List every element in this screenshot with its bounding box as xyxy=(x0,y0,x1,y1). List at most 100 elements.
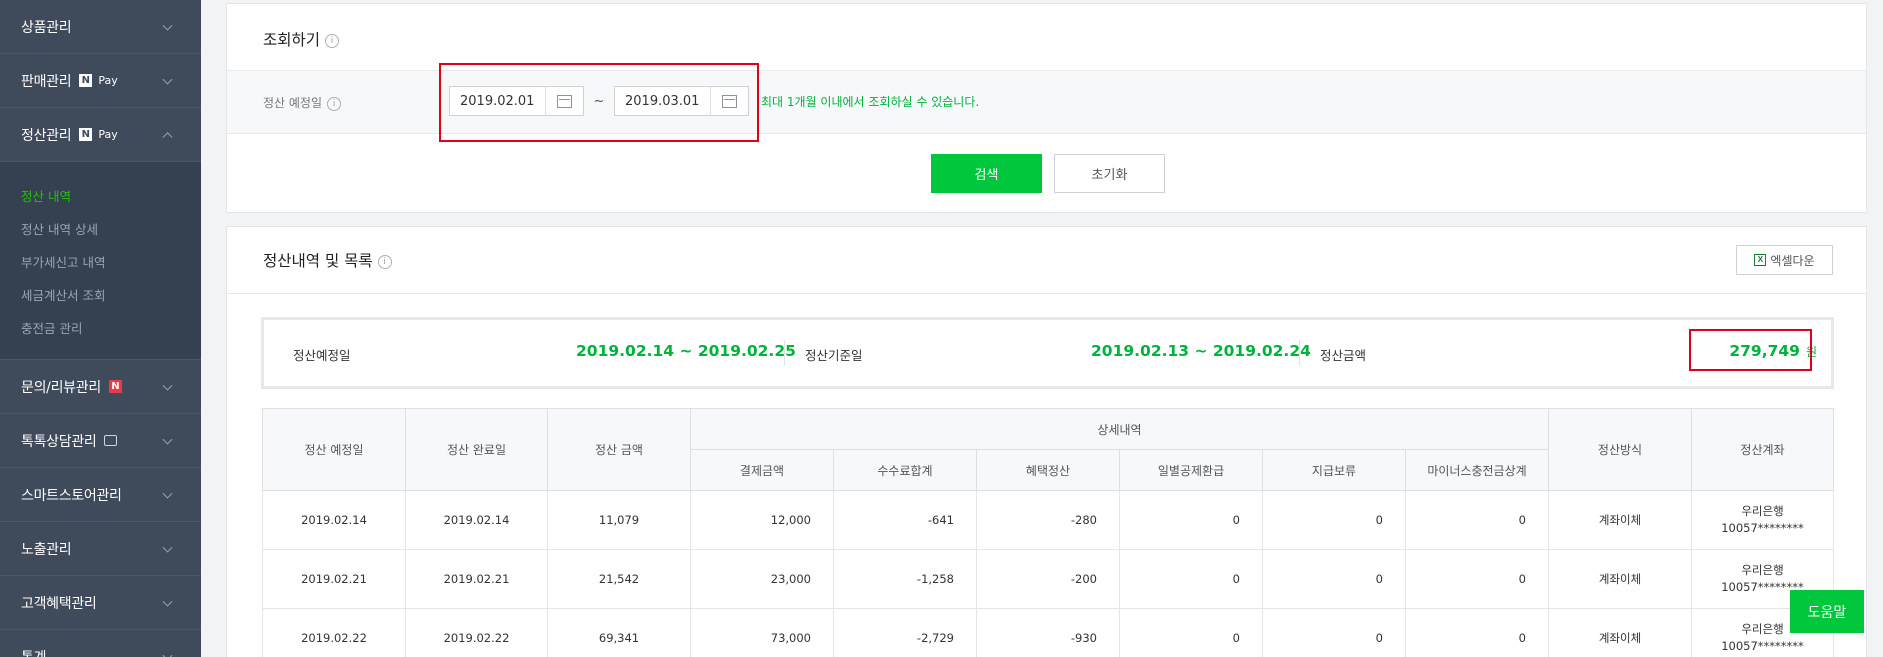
cell-account: 우리은행 10057******** xyxy=(1691,490,1834,550)
info-icon[interactable]: i xyxy=(327,96,342,111)
sidebar-item-settlement[interactable]: 정산관리 N Pay xyxy=(0,108,201,162)
cell-amount: 69,341 xyxy=(547,608,691,657)
bank-name: 우리은행 xyxy=(1741,563,1784,577)
column-header: 정산계좌 xyxy=(1691,408,1834,491)
chevron-down-icon xyxy=(162,650,173,657)
column-header: 정산 예정일 xyxy=(262,408,406,491)
settlement-amount-highlight xyxy=(1689,329,1812,371)
cell-amount: 11,079 xyxy=(547,490,691,550)
submenu-item-tax-invoice[interactable]: 세금계산서 조회 xyxy=(0,279,201,312)
cell-fee: -1,258 xyxy=(833,549,977,609)
chevron-down-icon xyxy=(162,542,173,553)
cell-completed: 2019.02.22 xyxy=(405,608,548,657)
sidebar-item-exposure[interactable]: 노출관리 xyxy=(0,522,201,576)
cell-payment: 12,000 xyxy=(690,490,834,550)
cell-scheduled: 2019.02.21 xyxy=(262,549,406,609)
filter-label: 정산 예정일 i xyxy=(263,94,342,111)
cell-completed: 2019.02.21 xyxy=(405,549,548,609)
settlement-panel: 정산내역 및 목록 i X 엑셀다운 정산예정일 2019.02.14 ~ 201… xyxy=(226,226,1867,657)
summary-base-value: 2019.02.13 ~ 2019.02.24 xyxy=(1091,342,1311,360)
column-header: 혜택정산 xyxy=(976,449,1120,491)
cell-method: 계좌이체 xyxy=(1548,490,1692,550)
cell-amount: 21,542 xyxy=(547,549,691,609)
cell-hold: 0 xyxy=(1262,490,1406,550)
help-button[interactable]: 도움말 xyxy=(1790,590,1864,633)
summary-scheduled-value: 2019.02.14 ~ 2019.02.25 xyxy=(576,342,796,360)
column-header: 지급보류 xyxy=(1262,449,1406,491)
column-header: 정산 금액 xyxy=(547,408,691,491)
divider xyxy=(1299,340,1300,366)
sidebar-item-label: 고객혜택관리 xyxy=(21,595,97,612)
cell-benefit: -280 xyxy=(976,490,1120,550)
chat-icon xyxy=(104,435,118,446)
sidebar-item-label: 문의/리뷰관리 xyxy=(21,379,101,396)
npay-icon: N Pay xyxy=(79,74,118,87)
chevron-down-icon xyxy=(162,20,173,31)
cell-scheduled: 2019.02.14 xyxy=(262,490,406,550)
chevron-down-icon xyxy=(162,488,173,499)
cell-fee: -2,729 xyxy=(833,608,977,657)
chevron-up-icon xyxy=(162,131,173,142)
sidebar-item-talktalk[interactable]: 톡톡상담관리 xyxy=(0,414,201,468)
account-number: 10057******** xyxy=(1721,639,1804,653)
column-header: 일별공제환급 xyxy=(1119,449,1263,491)
sidebar-item-label: 스마트스토어관리 xyxy=(21,487,122,504)
info-icon[interactable]: i xyxy=(377,254,392,269)
submenu-item-charge-management[interactable]: 충전금 관리 xyxy=(0,312,201,345)
chevron-down-icon xyxy=(162,74,173,85)
cell-hold: 0 xyxy=(1262,549,1406,609)
info-icon[interactable]: i xyxy=(325,33,340,48)
table-row: 2019.02.21 2019.02.21 21,542 23,000 -1,2… xyxy=(262,549,1834,609)
sidebar-item-label: 판매관리 xyxy=(21,73,72,90)
settlement-table: 정산 예정일 정산 완료일 정산 금액 상세내역 정산방식 정산계좌 결제금액 … xyxy=(262,408,1834,657)
column-header: 마이너스충전금상계 xyxy=(1405,449,1549,491)
submenu-item-settlement-history[interactable]: 정산 내역 xyxy=(0,180,201,213)
chevron-down-icon xyxy=(162,434,173,445)
cell-benefit: -930 xyxy=(976,608,1120,657)
cell-method: 계좌이체 xyxy=(1548,549,1692,609)
sidebar-item-smartstore[interactable]: 스마트스토어관리 xyxy=(0,468,201,522)
sidebar-item-product[interactable]: 상품관리 xyxy=(0,0,201,54)
cell-minus-charge: 0 xyxy=(1405,490,1549,550)
cell-payment: 23,000 xyxy=(690,549,834,609)
excel-icon: X xyxy=(1754,254,1767,266)
cell-benefit: -200 xyxy=(976,549,1120,609)
settlement-summary: 정산예정일 2019.02.14 ~ 2019.02.25 정산기준일 2019… xyxy=(261,317,1834,389)
column-header: 수수료합계 xyxy=(833,449,977,491)
cell-fee: -641 xyxy=(833,490,977,550)
sidebar-item-label: 통계 xyxy=(21,647,46,657)
cell-daily-refund: 0 xyxy=(1119,549,1263,609)
cell-hold: 0 xyxy=(1262,608,1406,657)
column-header: 정산방식 xyxy=(1548,408,1692,491)
account-number: 10057******** xyxy=(1721,521,1804,535)
npay-icon: N Pay xyxy=(79,128,118,141)
date-range-hint: 최대 1개월 이내에서 조회하실 수 있습니다. xyxy=(761,94,980,109)
summary-scheduled-label: 정산예정일 xyxy=(293,348,351,363)
cell-scheduled: 2019.02.22 xyxy=(262,608,406,657)
sidebar-item-inquiry-review[interactable]: 문의/리뷰관리 N xyxy=(0,360,201,414)
sidebar-item-sales[interactable]: 판매관리 N Pay xyxy=(0,54,201,108)
settlement-panel-title: 정산내역 및 목록 i xyxy=(263,249,392,271)
sidebar-item-statistics[interactable]: 통계 xyxy=(0,630,201,657)
search-button[interactable]: 검색 xyxy=(931,154,1042,193)
search-panel-title: 조회하기 i xyxy=(263,28,340,50)
submenu-item-vat-report[interactable]: 부가세신고 내역 xyxy=(0,246,201,279)
table-row: 2019.02.22 2019.02.22 69,341 73,000 -2,7… xyxy=(262,608,1834,657)
sidebar-item-label: 톡톡상담관리 xyxy=(21,433,97,450)
submenu-item-settlement-detail[interactable]: 정산 내역 상세 xyxy=(0,213,201,246)
settlement-submenu: 정산 내역 정산 내역 상세 부가세신고 내역 세금계산서 조회 충전금 관리 xyxy=(0,162,201,360)
sidebar-item-label: 정산관리 xyxy=(21,127,72,144)
bank-name: 우리은행 xyxy=(1741,504,1784,518)
sidebar-item-label: 상품관리 xyxy=(21,19,72,36)
cell-minus-charge: 0 xyxy=(1405,549,1549,609)
cell-daily-refund: 0 xyxy=(1119,608,1263,657)
cell-minus-charge: 0 xyxy=(1405,608,1549,657)
summary-amount-label: 정산금액 xyxy=(1320,348,1367,363)
reset-button[interactable]: 초기화 xyxy=(1054,154,1165,193)
excel-download-button[interactable]: X 엑셀다운 xyxy=(1736,245,1833,275)
column-header: 정산 완료일 xyxy=(405,408,548,491)
divider xyxy=(227,293,1866,294)
column-header: 결제금액 xyxy=(690,449,834,491)
cell-method: 계좌이체 xyxy=(1548,608,1692,657)
sidebar-item-customer-benefit[interactable]: 고객혜택관리 xyxy=(0,576,201,630)
